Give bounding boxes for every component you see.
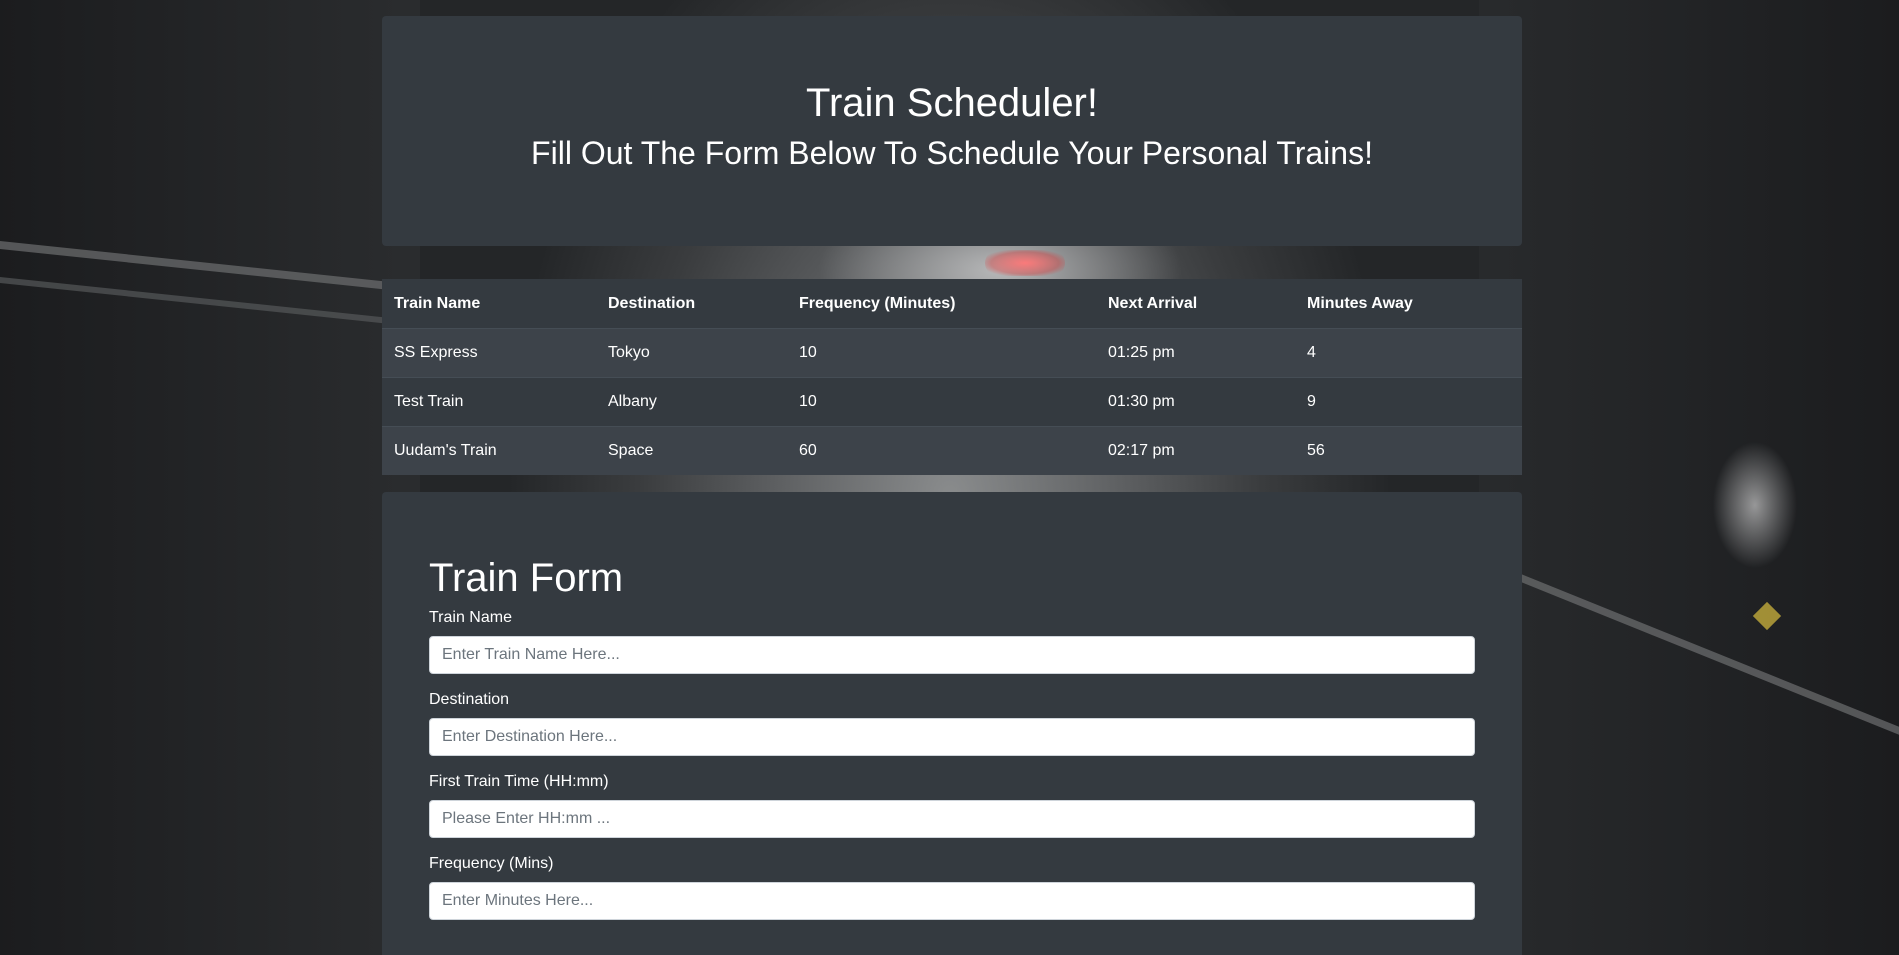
first-train-time-label: First Train Time (HH:mm): [429, 773, 609, 790]
cell-minutes-away: 56: [1295, 426, 1522, 475]
cell-minutes-away: 9: [1295, 377, 1522, 427]
form-group-frequency: Frequency (Mins): [429, 854, 1475, 920]
first-train-time-input[interactable]: [429, 800, 1475, 838]
column-header-destination: Destination: [596, 279, 787, 329]
cell-frequency: 60: [787, 426, 1096, 475]
destination-input[interactable]: [429, 718, 1475, 756]
train-name-input[interactable]: [429, 636, 1475, 674]
table-row: SS Express Tokyo 10 01:25 pm 4: [382, 328, 1522, 378]
column-header-train-name: Train Name: [382, 279, 596, 329]
cell-train-name: Uudam's Train: [382, 426, 596, 475]
column-header-next-arrival: Next Arrival: [1096, 279, 1295, 329]
form-title: Train Form: [429, 556, 624, 600]
train-schedule-table: Train Name Destination Frequency (Minute…: [382, 279, 1522, 475]
page-title: Train Scheduler!: [806, 81, 1098, 125]
table-row: Uudam's Train Space 60 02:17 pm 56: [382, 426, 1522, 475]
table-header-row: Train Name Destination Frequency (Minute…: [382, 279, 1522, 329]
train-name-label: Train Name: [429, 609, 512, 626]
cell-destination: Space: [596, 426, 787, 475]
cell-next-arrival: 01:30 pm: [1096, 377, 1295, 427]
cell-frequency: 10: [787, 377, 1096, 427]
form-group-train-name: Train Name: [429, 608, 1475, 674]
table-row: Test Train Albany 10 01:30 pm 9: [382, 377, 1522, 427]
train-form-card: Train Form Train Name Destination First …: [382, 492, 1522, 955]
cell-minutes-away: 4: [1295, 328, 1522, 378]
column-header-minutes-away: Minutes Away: [1295, 279, 1522, 329]
header-jumbotron: Train Scheduler! Fill Out The Form Below…: [382, 16, 1522, 246]
cell-train-name: SS Express: [382, 328, 596, 378]
cell-destination: Tokyo: [596, 328, 787, 378]
cell-destination: Albany: [596, 377, 787, 427]
frequency-input[interactable]: [429, 882, 1475, 920]
cell-train-name: Test Train: [382, 377, 596, 427]
cell-frequency: 10: [787, 328, 1096, 378]
destination-label: Destination: [429, 691, 510, 708]
main-container: Train Scheduler! Fill Out The Form Below…: [382, 16, 1522, 955]
form-group-destination: Destination: [429, 690, 1475, 756]
cell-next-arrival: 01:25 pm: [1096, 328, 1295, 378]
frequency-label: Frequency (Mins): [429, 855, 554, 872]
page-subtitle: Fill Out The Form Below To Schedule Your…: [531, 135, 1373, 171]
column-header-frequency: Frequency (Minutes): [787, 279, 1096, 329]
form-group-first-train-time: First Train Time (HH:mm): [429, 772, 1475, 838]
cell-next-arrival: 02:17 pm: [1096, 426, 1295, 475]
